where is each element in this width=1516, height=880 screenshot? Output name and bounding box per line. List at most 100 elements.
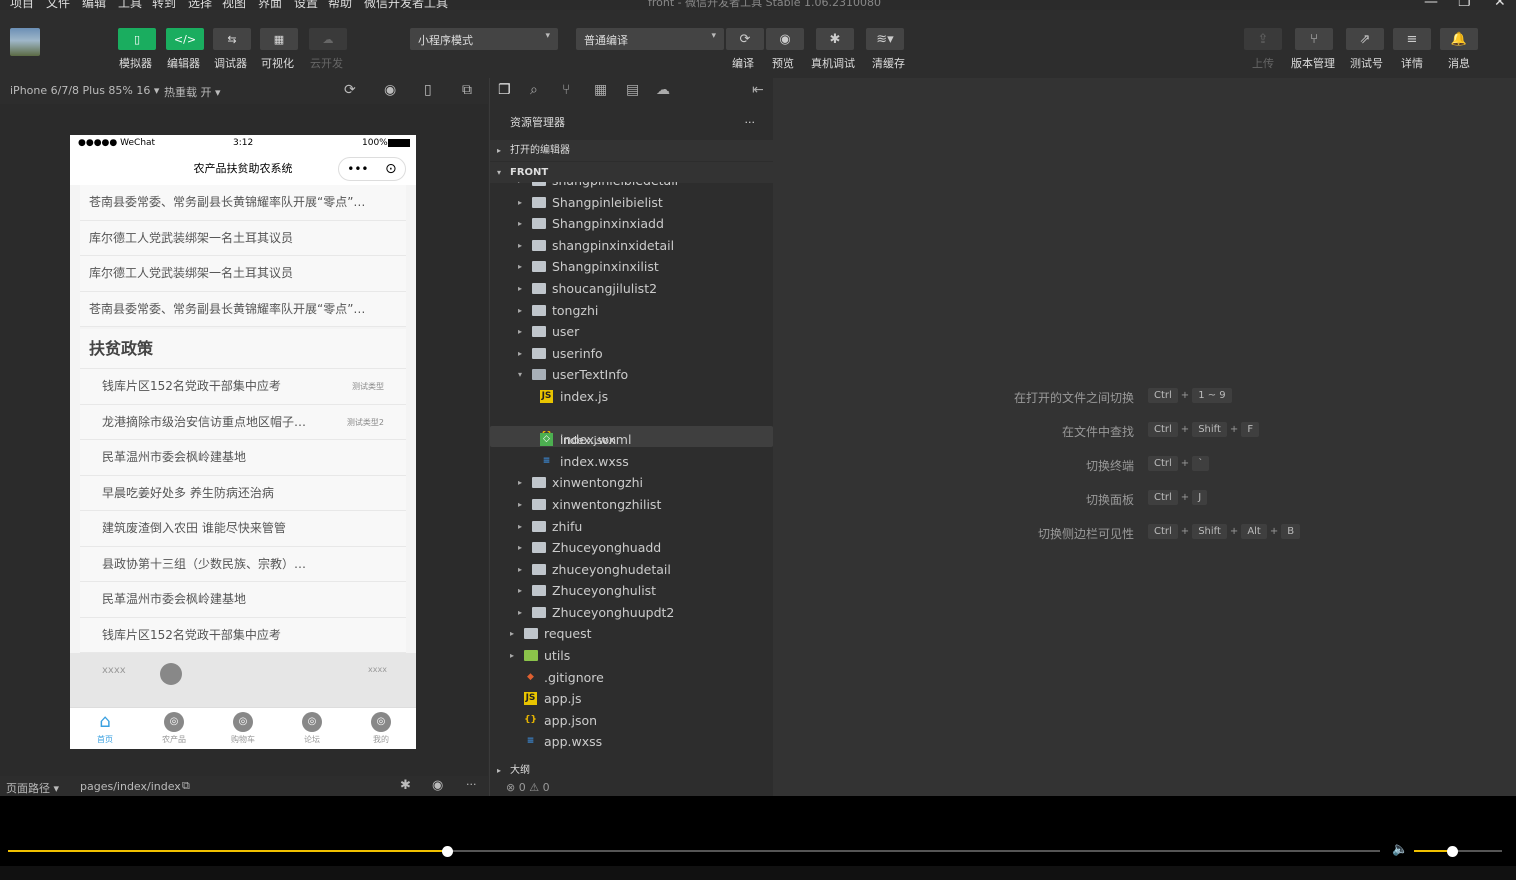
stop-icon[interactable]: ◉ — [384, 82, 396, 98]
extensions-icon[interactable]: ▦ — [594, 82, 607, 98]
policy-item[interactable]: 钱库片区152名党政干部集中应考 — [80, 618, 406, 653]
tree-item[interactable]: ▸ shangpinxinxidetail — [490, 235, 773, 257]
tree-item[interactable]: ▸ xinwentongzhi — [490, 472, 773, 494]
detach-window-icon[interactable]: ⧉ — [462, 82, 472, 98]
news-item[interactable]: 苍南县委常委、常务副县长黄锦耀率队开展“零点”… — [80, 292, 406, 327]
minimize-icon[interactable]: — — [1424, 0, 1438, 10]
eye-icon[interactable]: ◉ — [432, 778, 443, 793]
mode-select[interactable]: 小程序模式 ▾ — [410, 28, 558, 50]
right-button-5[interactable]: 🔔 — [1440, 28, 1478, 50]
tree-item[interactable]: ▸ request — [490, 623, 773, 645]
menu-item[interactable]: 帮助 — [328, 0, 352, 10]
policy-item[interactable]: 民革温州市委会枫岭建基地 — [80, 440, 406, 476]
more-icon[interactable]: ··· — [466, 778, 477, 791]
tree-item[interactable]: {} app.json — [490, 710, 773, 732]
policy-item[interactable]: 钱库片区152名党政干部集中应考 测试类型 — [80, 369, 406, 405]
menu-item[interactable]: 文件 — [46, 0, 70, 10]
policy-item[interactable]: 县政协第十三组（少数民族、宗教）… — [80, 547, 406, 582]
tab-5[interactable]: ◎ 我的 — [356, 712, 406, 745]
toolbar-button-2[interactable]: </> — [166, 28, 204, 50]
menu-item[interactable]: 设置 — [294, 0, 318, 10]
compile-select[interactable]: 普通编译 ▾ — [576, 28, 724, 50]
tree-item[interactable]: ▸ Zhuceyonghuupdt2 — [490, 602, 773, 624]
tree-item[interactable]: JS index.js — [490, 386, 773, 408]
toolbar-button-4[interactable]: ▦ — [260, 28, 298, 50]
avatar[interactable] — [10, 28, 40, 56]
policy-item[interactable]: 民革温州市委会枫岭建基地 — [80, 582, 406, 618]
cloud-icon[interactable]: ☁ — [656, 82, 670, 98]
bug-icon[interactable]: ✱ — [400, 778, 411, 793]
page-path-label[interactable]: 页面路径 ▾ — [6, 780, 59, 796]
open-editors-header[interactable]: ▸ 打开的编辑器 — [490, 140, 773, 161]
tree-item[interactable]: ▸ user — [490, 321, 773, 343]
collapse-panel-icon[interactable]: ⇤ — [752, 82, 764, 98]
tree-item[interactable]: ▸ zhuceyonghudetail — [490, 559, 773, 581]
volume-icon[interactable]: 🔈 — [1392, 842, 1408, 857]
tree-item[interactable]: ◇ index.wxml — [490, 429, 773, 451]
menu-item[interactable]: 工具 — [118, 0, 142, 10]
capsule-menu[interactable]: ••• ⊙ — [338, 157, 406, 181]
copy-icon[interactable]: ⧉ — [182, 779, 190, 793]
outline-header[interactable]: ▸ 大纲 — [490, 760, 773, 781]
search-icon[interactable]: ⌕ — [530, 82, 538, 98]
policy-item[interactable]: 早晨吃姜好处多 养生防病还治病 — [80, 476, 406, 511]
tree-item[interactable]: ▸ shangpinleibiedetail — [490, 182, 773, 192]
tab-2[interactable]: ◎ 农产品 — [149, 712, 199, 745]
more-icon[interactable]: ··· — [745, 112, 756, 134]
close-target-icon[interactable]: ⊙ — [385, 157, 397, 181]
volume-bar[interactable] — [1414, 850, 1502, 852]
volume-handle[interactable] — [1446, 846, 1458, 857]
toolbar-button-5[interactable]: ☁ — [309, 28, 347, 50]
right-button-4[interactable]: ≡ — [1393, 28, 1431, 50]
seek-bar[interactable] — [8, 850, 1380, 852]
tree-item[interactable]: ▸ Zhuceyonghulist — [490, 580, 773, 602]
tab-1[interactable]: ⌂ 首页 — [80, 712, 130, 745]
tree-item[interactable]: ◆ .gitignore — [490, 667, 773, 689]
action-button-1[interactable]: ⟳ — [726, 28, 764, 50]
panel-icon[interactable]: ▤ — [626, 82, 639, 98]
policy-item[interactable]: 建筑废渣倒入农田 谁能尽快来管管 — [80, 511, 406, 547]
policy-item[interactable]: 龙港摘除市级治安信访重点地区帽子… 测试类型2 — [80, 405, 406, 440]
tab-3[interactable]: ◎ 购物车 — [218, 712, 268, 745]
tree-item[interactable]: ▸ Shangpinxinxilist — [490, 256, 773, 278]
right-button-1[interactable]: ⇪ — [1244, 28, 1282, 50]
action-button-4[interactable]: ≋▾ — [866, 28, 904, 50]
tree-item[interactable]: ▸ userinfo — [490, 343, 773, 365]
tree-item[interactable]: JS app.js — [490, 688, 773, 710]
toolbar-button-1[interactable]: ▯ — [118, 28, 156, 50]
hot-reload-toggle[interactable]: 热重载 开 ▾ — [164, 84, 221, 100]
tree-item[interactable]: ▸ utils — [490, 645, 773, 667]
close-icon[interactable]: ✕ — [1494, 0, 1506, 10]
maximize-icon[interactable]: ❐ — [1458, 0, 1471, 10]
root-folder-header[interactable]: ▾ FRONT — [490, 162, 773, 183]
tab-4[interactable]: ◎ 论坛 — [287, 712, 337, 745]
action-button-2[interactable]: ◉ — [766, 28, 804, 50]
news-item[interactable]: 库尔德工人党武装绑架一名土耳其议员 — [80, 221, 406, 256]
tree-item[interactable]: ≡ app.wxss — [490, 731, 773, 753]
news-item[interactable]: 库尔德工人党武装绑架一名土耳其议员 — [80, 256, 406, 292]
tree-item[interactable]: ▸ tongzhi — [490, 300, 773, 322]
menu-item[interactable]: 微信开发者工具 — [364, 0, 448, 10]
menu-item[interactable]: 项目 — [10, 0, 34, 10]
tree-item[interactable]: ▸ zhifu — [490, 516, 773, 538]
tree-item[interactable]: ▸ shoucangjilulist2 — [490, 278, 773, 300]
news-item[interactable]: 苍南县委常委、常务副县长黄锦耀率队开展“零点”… — [80, 185, 406, 221]
tree-item[interactable]: ▸ Shangpinleibielist — [490, 192, 773, 214]
more-icon[interactable]: ••• — [347, 157, 368, 181]
device-select[interactable]: iPhone 6/7/8 Plus 85% 16 ▾ — [10, 84, 159, 97]
refresh-icon[interactable]: ⟳ — [344, 82, 356, 98]
seek-handle[interactable] — [442, 846, 454, 857]
menu-item[interactable]: 界面 — [258, 0, 282, 10]
tree-item[interactable]: ▸ Zhuceyonghuadd — [490, 537, 773, 559]
right-button-2[interactable]: ⑂ — [1295, 28, 1333, 50]
tree-item[interactable]: ▸ xinwentongzhilist — [490, 494, 773, 516]
right-button-3[interactable]: ⇗ — [1346, 28, 1384, 50]
tree-item[interactable]: ▾ userTextInfo — [490, 364, 773, 386]
tree-item[interactable]: ≡ index.wxss — [490, 451, 773, 473]
git-icon[interactable]: ⑂ — [562, 82, 570, 98]
tree-item[interactable]: ▸ Shangpinxinxiadd — [490, 213, 773, 235]
menu-item[interactable]: 编辑 — [82, 0, 106, 10]
action-button-3[interactable]: ✱ — [816, 28, 854, 50]
files-icon[interactable]: ❐ — [498, 82, 511, 98]
problems-status[interactable]: ⊗ 0 ⚠ 0 — [506, 781, 550, 794]
